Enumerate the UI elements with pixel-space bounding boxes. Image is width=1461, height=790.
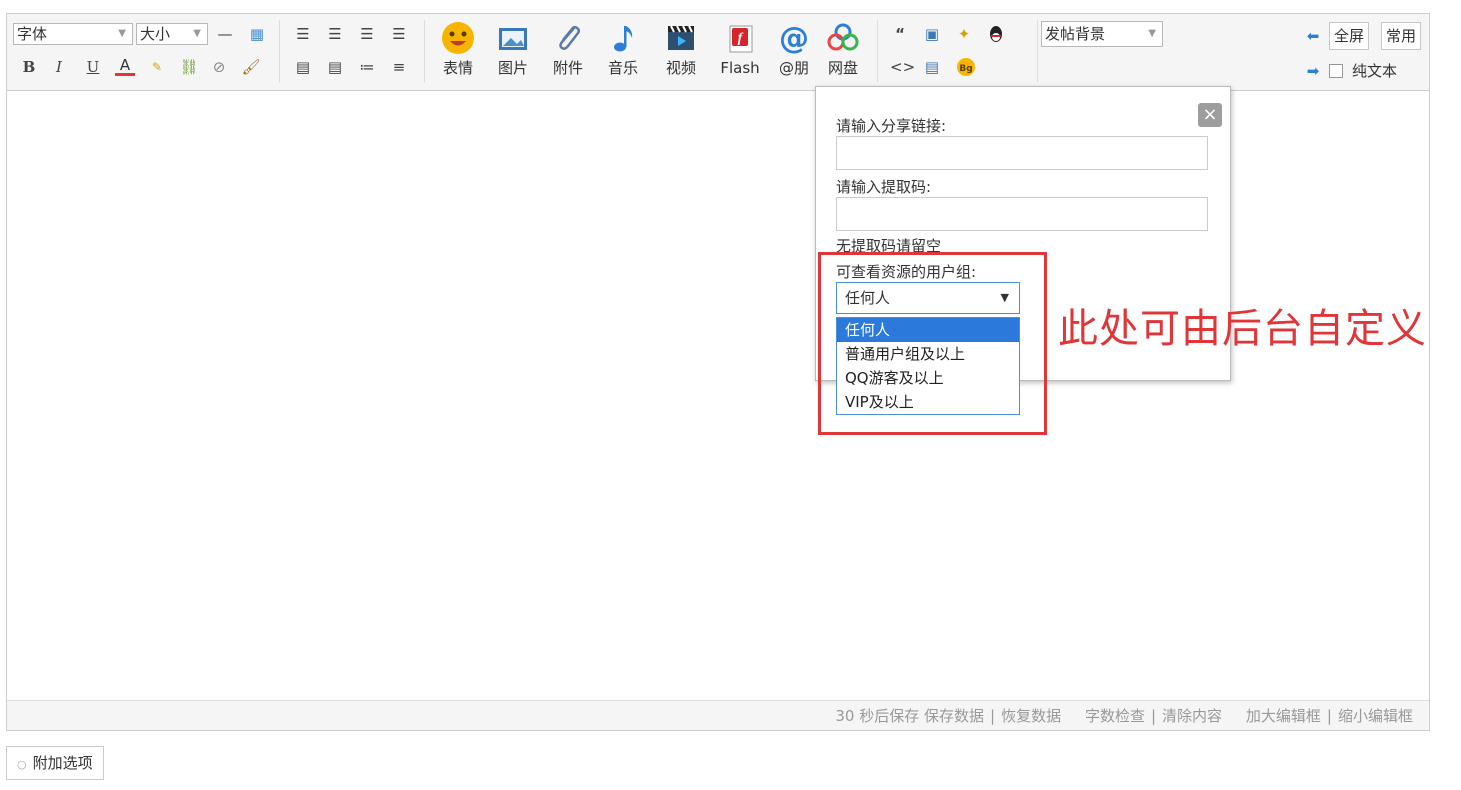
table-icon[interactable]: ▦ (247, 24, 267, 44)
clear-content-link[interactable]: 清除内容 (1162, 707, 1222, 725)
ordered-list-icon[interactable]: ≔ (357, 57, 377, 77)
cloud-disk-icon (827, 23, 859, 51)
emoji-button[interactable]: 表情 (435, 20, 481, 77)
word-check-link[interactable]: 字数检查 (1085, 707, 1145, 725)
background-icon[interactable]: Bg (956, 57, 976, 77)
size-select[interactable]: 大小 ▼ (136, 23, 208, 45)
share-link-input[interactable] (836, 136, 1208, 170)
svg-text:@: @ (779, 21, 809, 56)
free-block-icon[interactable]: ▣ (922, 24, 942, 44)
align-justify-icon[interactable]: ☰ (389, 24, 409, 44)
music-button[interactable]: 音乐 (600, 20, 646, 77)
image-icon (499, 28, 527, 50)
mention-button-label: @朋 (778, 59, 809, 77)
toolbar-divider (877, 20, 878, 82)
cloud-disk-button[interactable]: 网盘 (820, 20, 866, 77)
bullet-icon: ○ (17, 758, 27, 771)
unlink-icon[interactable]: ⊘ (209, 57, 229, 77)
annotation-note: 此处可由后台自定义 (1058, 306, 1427, 352)
chevron-down-icon: ▼ (1148, 28, 1156, 39)
horizontal-rule-icon[interactable]: — (215, 24, 235, 44)
table-insert-icon[interactable]: ▤ (922, 57, 942, 77)
share-link-label: 请输入分享链接: (836, 117, 947, 135)
flash-icon: f (729, 25, 753, 53)
highlight-icon[interactable]: ✎ (147, 57, 167, 77)
extract-code-label: 请输入提取码: (836, 178, 932, 196)
float-right-icon[interactable]: ▤ (325, 57, 345, 77)
common-button[interactable]: 常用 (1381, 22, 1422, 50)
close-icon[interactable]: × (1198, 103, 1222, 127)
align-left-icon[interactable]: ☰ (293, 24, 313, 44)
extra-options-label: 附加选项 (32, 754, 93, 772)
smiley-icon (442, 22, 474, 54)
toolbar-divider (1037, 20, 1038, 82)
at-icon: @ (779, 21, 809, 56)
hide-content-icon[interactable]: ✦ (954, 24, 974, 44)
flash-button-label: Flash (720, 59, 760, 77)
paperclip-icon (559, 25, 581, 50)
autosave-text: 30 秒后保存 (835, 707, 920, 725)
float-left-icon[interactable]: ▤ (293, 57, 313, 77)
align-right-icon[interactable]: ☰ (357, 24, 377, 44)
extra-options-button[interactable]: ○ 附加选项 (6, 746, 104, 780)
font-select-value: 字体 (17, 25, 48, 43)
extract-code-input[interactable] (836, 197, 1208, 231)
save-data-link[interactable]: 保存数据 (924, 707, 984, 725)
mention-button[interactable]: @ @朋 (771, 20, 817, 77)
enlarge-editor-link[interactable]: 加大编辑框 (1246, 707, 1321, 725)
image-button[interactable]: 图片 (490, 20, 536, 77)
plaintext-checkbox[interactable] (1329, 64, 1343, 78)
underline-icon[interactable]: U (83, 57, 103, 77)
redo-icon[interactable]: ➡ (1303, 61, 1323, 81)
post-background-value: 发帖背景 (1045, 25, 1106, 43)
cloud-disk-button-label: 网盘 (827, 59, 858, 77)
emoji-button-label: 表情 (442, 59, 473, 77)
music-button-label: 音乐 (607, 59, 638, 77)
undo-icon[interactable]: ⬅ (1303, 26, 1323, 46)
size-select-value: 大小 (140, 25, 171, 43)
editor-toolbar: 字体 ▼ 大小 ▼ — ▦ B I U A ✎ ⛓ ⊘ 🖌 ☰ ☰ ☰ ☰ ▤ … (7, 14, 1429, 91)
link-icon[interactable]: ⛓ (179, 57, 199, 77)
toolbar-divider (424, 20, 425, 82)
plaintext-label: 纯文本 (1352, 62, 1398, 80)
align-center-icon[interactable]: ☰ (325, 24, 345, 44)
toolbar-divider (279, 20, 280, 82)
video-clapper-icon (668, 25, 694, 50)
attachment-button[interactable]: 附件 (545, 20, 591, 77)
editor-footer: 30 秒后保存 保存数据 | 恢复数据 字数检查 | 清除内容 加大编辑框 | 缩小编辑框 (7, 700, 1429, 730)
chevron-down-icon: ▼ (118, 28, 126, 39)
video-button-label: 视频 (665, 59, 696, 77)
quote-icon[interactable]: “ (890, 24, 910, 44)
shrink-editor-link[interactable]: 缩小编辑框 (1338, 707, 1413, 725)
font-select[interactable]: 字体 ▼ (13, 23, 133, 45)
font-color-icon[interactable]: A (115, 57, 135, 76)
chevron-down-icon: ▼ (193, 28, 201, 39)
image-button-label: 图片 (497, 59, 528, 77)
restore-data-link[interactable]: 恢复数据 (1001, 707, 1061, 725)
qq-icon[interactable] (986, 24, 1006, 44)
attachment-button-label: 附件 (552, 59, 583, 77)
flash-button[interactable]: f Flash (713, 20, 767, 77)
italic-icon[interactable]: I (49, 57, 69, 77)
format-brush-icon[interactable]: 🖌 (241, 57, 261, 77)
code-icon[interactable]: <> (890, 57, 915, 77)
music-note-icon (614, 26, 633, 52)
highlight-box (818, 252, 1047, 435)
bold-icon[interactable]: B (19, 57, 39, 77)
post-background-select[interactable]: 发帖背景 ▼ (1041, 21, 1163, 47)
svg-text:Bg: Bg (959, 64, 972, 74)
video-button[interactable]: 视频 (658, 20, 704, 77)
fullscreen-button[interactable]: 全屏 (1329, 22, 1370, 50)
unordered-list-icon[interactable]: ≡ (389, 57, 409, 77)
